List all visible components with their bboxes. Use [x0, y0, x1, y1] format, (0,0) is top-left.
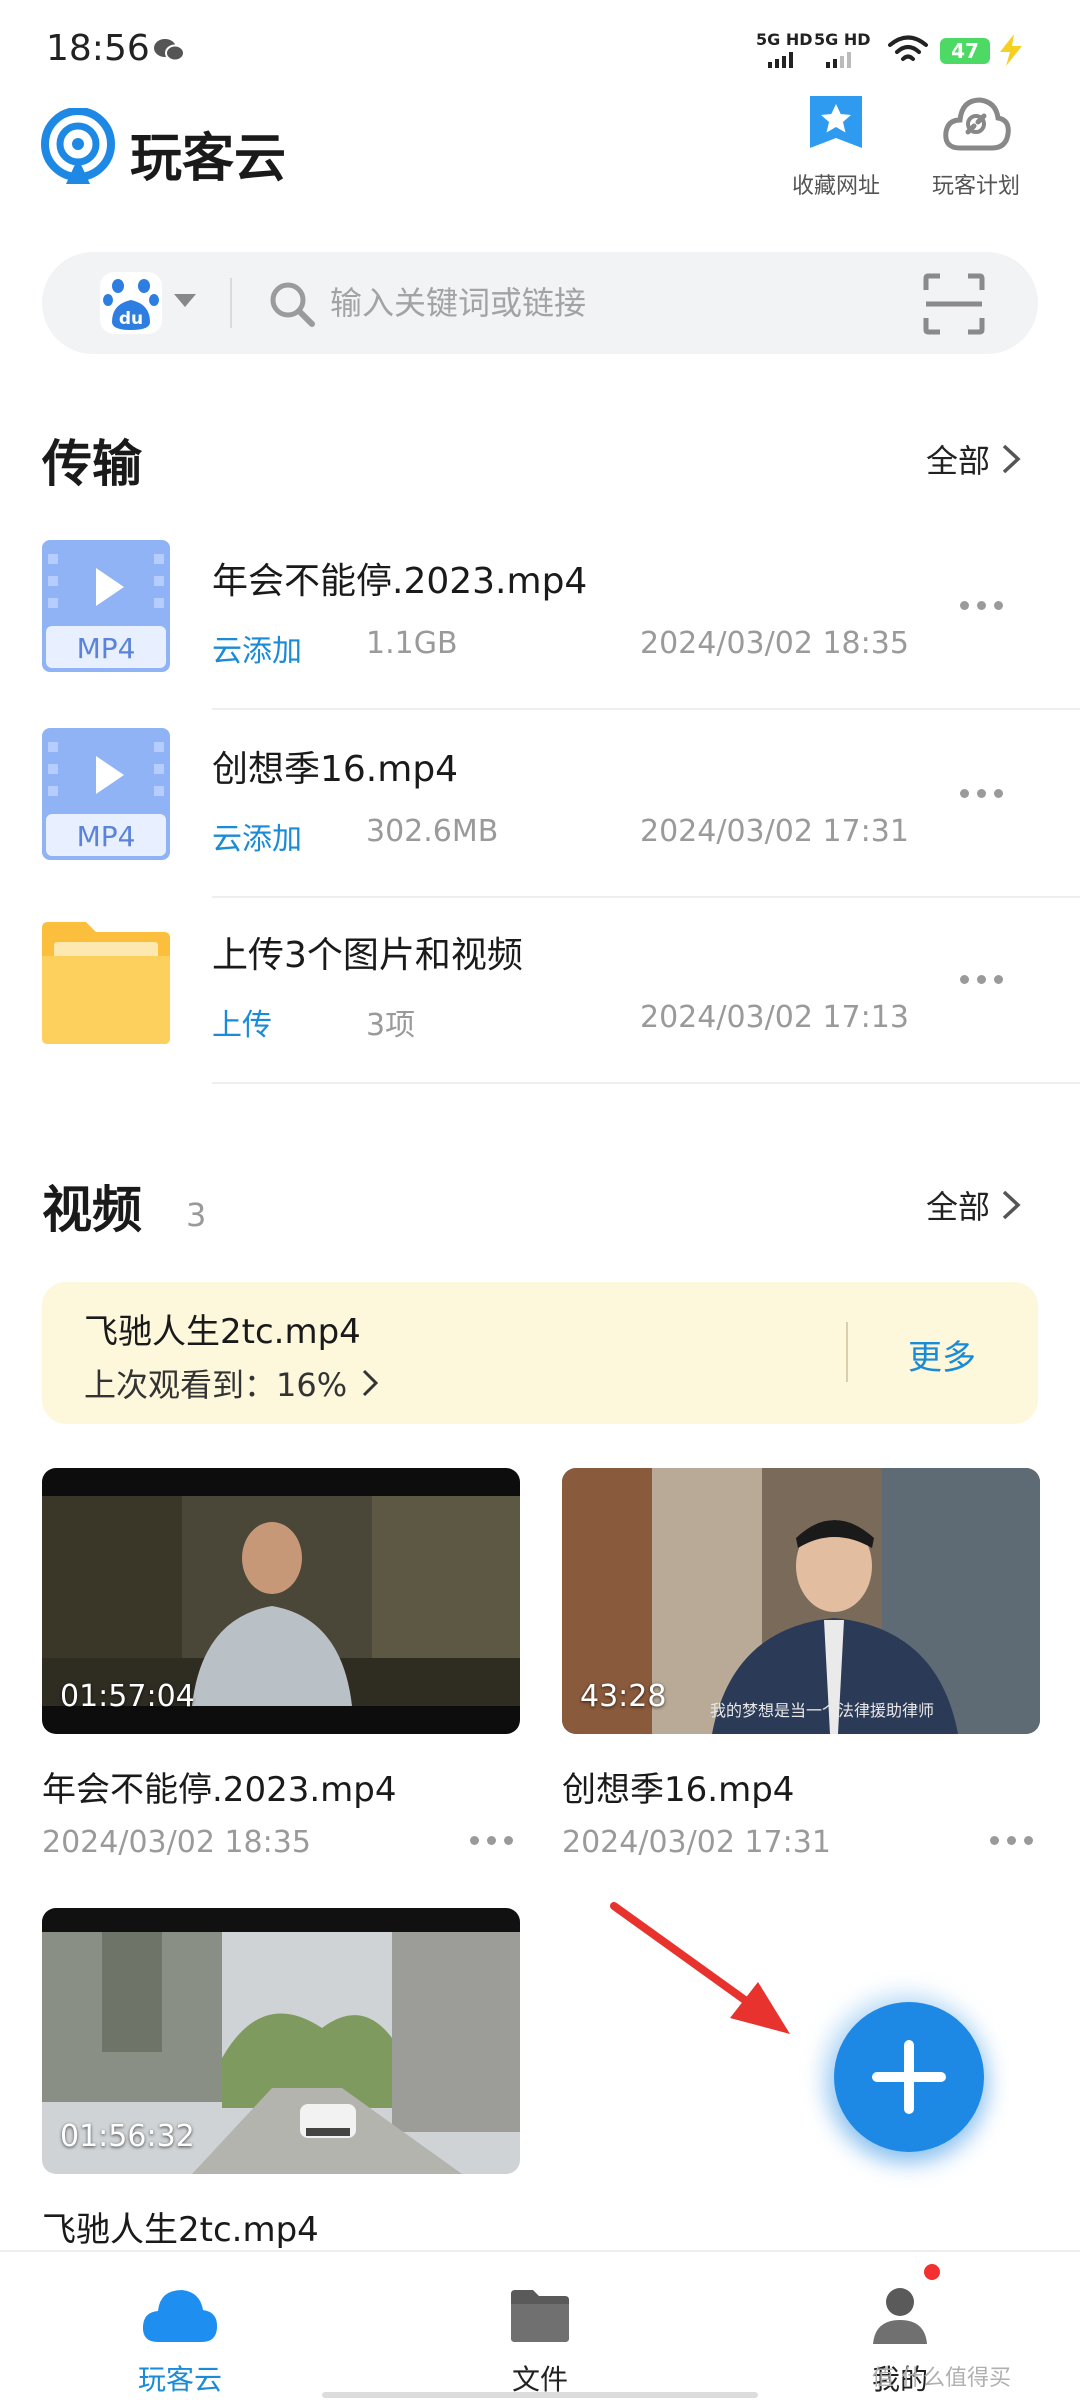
sim1-label: 5G HD [756, 30, 813, 49]
transfer-name: 创想季16.mp4 [212, 749, 459, 790]
more-options-icon[interactable] [470, 1836, 513, 1845]
chevron-right-icon [1002, 444, 1021, 474]
signal-icon [826, 52, 851, 68]
home-indicator [322, 2392, 758, 2398]
transfer-size: 302.6MB [366, 814, 499, 849]
bookmarks-label: 收藏网址 [791, 174, 880, 199]
baidu-engine-icon[interactable]: du [100, 272, 162, 334]
more-options-icon[interactable] [990, 1836, 1033, 1845]
engine-dropdown-icon[interactable] [174, 294, 196, 307]
tab-files[interactable]: 文件 [440, 2284, 640, 2398]
transfer-type: 云添加 [212, 822, 302, 857]
charging-icon [1000, 34, 1022, 66]
resume-more-button[interactable]: 更多 [908, 1330, 976, 1379]
tab-wankeyun-label: 玩客云 [137, 2363, 222, 2396]
engine-label: du [119, 309, 143, 329]
resume-video-name: 飞驰人生2tc.mp4 [84, 1312, 361, 1352]
video-date: 2024/03/02 17:31 [562, 1825, 831, 1860]
status-time: 18:56 [46, 28, 150, 69]
transfer-name: 上传3个图片和视频 [212, 935, 523, 976]
search-input[interactable] [330, 274, 890, 332]
transfer-row[interactable]: MP4 年会不能停.2023.mp4 云添加 1.1GB 2024/03/02 … [0, 540, 1080, 726]
sim2-label: 5G HD [814, 30, 871, 49]
folder-icon [42, 922, 170, 1044]
wanke-plan-label: 玩客计划 [931, 174, 1020, 199]
transfer-type: 上传 [212, 1008, 272, 1043]
app-logo [41, 108, 115, 184]
watermark: 值 什么值得买 [872, 2366, 1011, 2391]
video-name: 飞驰人生2tc.mp4 [42, 2210, 319, 2250]
video-duration: 01:57:04 [60, 1679, 195, 1714]
video-thumbnail[interactable]: 我的梦想是当一个法律援助律师 43:28 [562, 1468, 1040, 1734]
cloud-icon [142, 2290, 218, 2342]
more-options-icon[interactable] [960, 970, 1016, 988]
star-bookmark-icon [810, 96, 862, 148]
chevron-right-icon [363, 1369, 379, 1397]
search-icon [270, 282, 315, 327]
search-divider [230, 278, 232, 328]
row-divider [212, 896, 1080, 898]
bookmarks-button[interactable]: 收藏网址 [766, 92, 906, 200]
mp4-file-icon: MP4 [42, 728, 170, 860]
row-divider [212, 1082, 1080, 1084]
wechat-icon [154, 39, 185, 62]
row-divider [212, 708, 1080, 710]
tab-wankeyun[interactable]: 玩客云 [80, 2284, 280, 2398]
transfer-type: 云添加 [212, 634, 302, 669]
file-type-label: MP4 [77, 632, 136, 665]
chevron-right-icon [1002, 1190, 1021, 1220]
notification-dot [924, 2264, 940, 2280]
more-options-icon[interactable] [960, 596, 1016, 614]
transfer-all-label: 全部 [926, 442, 991, 480]
app-title: 玩客云 [130, 129, 287, 189]
wanke-plan-button[interactable]: 玩客计划 [906, 92, 1046, 200]
transfer-all-link[interactable]: 全部 [926, 436, 1022, 482]
battery-icon: 47 [940, 38, 990, 64]
video-subtitle: 我的梦想是当一个法律援助律师 [710, 1701, 934, 1720]
transfer-date: 2024/03/02 18:35 [640, 626, 909, 661]
video-card[interactable]: 01:56:32 飞驰人生2tc.mp4 [42, 1908, 520, 2251]
video-date: 2024/03/02 18:35 [42, 1825, 311, 1860]
transfer-date: 2024/03/02 17:31 [640, 814, 909, 849]
video-name: 年会不能停.2023.mp4 [42, 1770, 397, 1810]
video-section-title: 视频 [42, 1181, 142, 1239]
video-thumbnail[interactable]: 01:56:32 [42, 1908, 520, 2174]
more-options-icon[interactable] [960, 784, 1016, 802]
cloud-link-icon [943, 97, 1011, 151]
signal-icon [768, 52, 793, 68]
continue-watching-card[interactable]: 飞驰人生2tc.mp4 上次观看到：16% 更多 [42, 1282, 1038, 1424]
wifi-icon [888, 35, 928, 61]
transfer-section-title: 传输 [42, 435, 142, 493]
transfer-size: 1.1GB [366, 626, 458, 661]
video-card[interactable]: 我的梦想是当一个法律援助律师 43:28 创想季16.mp4 2024/03/0… [562, 1468, 1040, 1860]
file-type-label: MP4 [77, 820, 136, 853]
transfer-row[interactable]: 上传3个图片和视频 上传 3项 2024/03/02 17:13 [0, 914, 1080, 1100]
add-button[interactable] [834, 2002, 984, 2152]
video-all-link[interactable]: 全部 [926, 1182, 1022, 1228]
video-card[interactable]: 01:57:04 年会不能停.2023.mp4 2024/03/02 18:35 [42, 1468, 520, 1860]
video-duration: 01:56:32 [60, 2119, 195, 2154]
transfer-date: 2024/03/02 17:13 [640, 1000, 909, 1035]
transfer-row[interactable]: MP4 创想季16.mp4 云添加 302.6MB 2024/03/02 17:… [0, 728, 1080, 914]
person-icon [873, 2288, 927, 2344]
video-duration: 43:28 [580, 1679, 667, 1714]
resume-progress: 上次观看到：16% [84, 1360, 379, 1406]
video-thumbnail[interactable]: 01:57:04 [42, 1468, 520, 1734]
video-count: 3 [186, 1196, 207, 1234]
resume-divider [846, 1322, 848, 1382]
annotation-arrow-icon [610, 1902, 790, 2034]
resume-progress-text: 上次观看到：16% [84, 1366, 348, 1404]
video-all-label: 全部 [926, 1188, 991, 1226]
video-name: 创想季16.mp4 [562, 1770, 795, 1810]
mp4-file-icon: MP4 [42, 540, 170, 672]
transfer-name: 年会不能停.2023.mp4 [212, 561, 588, 602]
folder-icon [511, 2290, 569, 2342]
scan-icon[interactable] [922, 272, 986, 336]
transfer-size: 3项 [366, 1008, 416, 1043]
search-bar: du [42, 252, 1038, 354]
